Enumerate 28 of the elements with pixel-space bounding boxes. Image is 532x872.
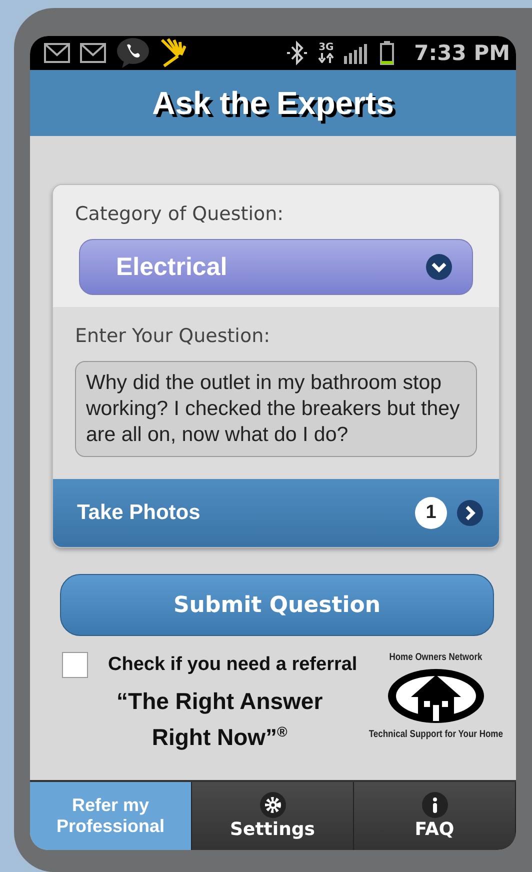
info-icon <box>422 792 448 818</box>
logo-bottom-text: Technical Support for Your Home <box>368 729 504 740</box>
phone-bubble-icon <box>116 37 150 69</box>
tab-button[interactable]: Settings <box>192 782 354 850</box>
battery-icon <box>380 41 394 65</box>
slogan-text: “The Right Answer Right Now”$^{®}$ <box>116 687 324 752</box>
chevron-right-icon <box>457 500 483 526</box>
settings-icon <box>260 792 286 818</box>
mail-icon <box>44 43 70 63</box>
category-label: Category of Question: <box>75 203 285 225</box>
chevron-down-icon <box>426 254 452 280</box>
referral-checkbox[interactable] <box>62 652 88 678</box>
take-photos-button[interactable]: Take Photos 1 <box>53 479 499 547</box>
submit-question-button[interactable]: Submit Question <box>60 574 494 636</box>
bluetooth-icon <box>286 40 308 66</box>
mail-icon <box>80 43 106 63</box>
house-logo-icon <box>386 667 486 725</box>
app-title: Ask the Experts <box>152 84 394 122</box>
logo-top-text: Home Owners Network <box>389 652 483 663</box>
clock-time: 7:33 PM <box>414 41 510 65</box>
referral-label: Check if you need a referral <box>108 654 358 676</box>
question-text-area[interactable]: Why did the outlet in my bathroom stop working? I checked the breakers but they are all on, now what do I do? <box>75 361 477 457</box>
tab-button[interactable]: FAQ <box>354 782 516 850</box>
photo-count: 1 <box>415 497 447 529</box>
question-label: Enter Your Question: <box>75 325 272 347</box>
carrier-logo-icon <box>160 38 186 68</box>
network-type: 3G <box>318 43 334 53</box>
data-arrows-icon <box>318 53 334 63</box>
